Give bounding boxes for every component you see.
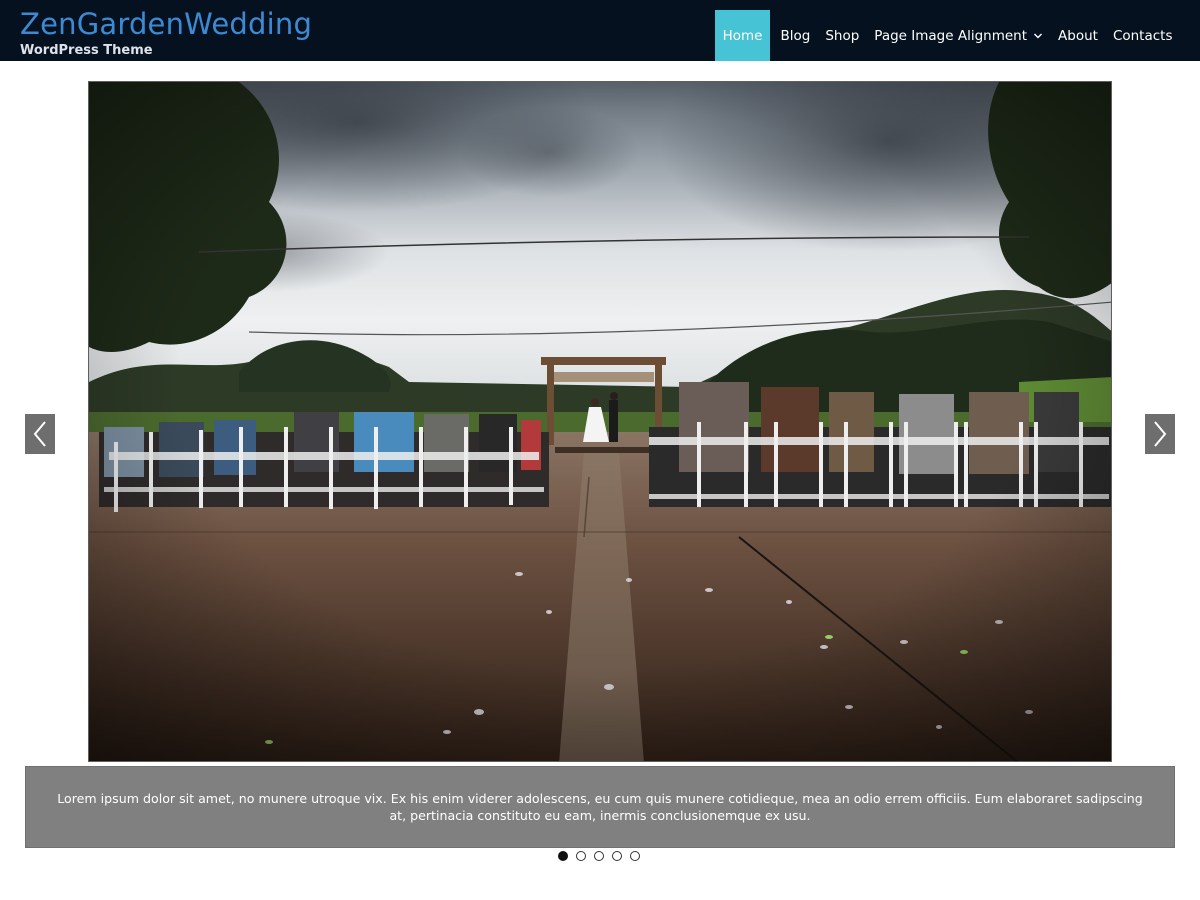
site-tagline: WordPress Theme bbox=[20, 43, 153, 58]
slide-caption: Lorem ipsum dolor sit amet, no munere ut… bbox=[25, 766, 1175, 848]
chevron-down-icon bbox=[1034, 33, 1043, 38]
slide-caption-text: Lorem ipsum dolor sit amet, no munere ut… bbox=[57, 790, 1143, 824]
slider-dot-1[interactable] bbox=[558, 851, 568, 861]
slider-next-button[interactable] bbox=[1145, 414, 1175, 454]
nav-item-about[interactable]: About bbox=[1051, 10, 1106, 61]
main-navigation: Home Blog Shop Page Image Alignment Abou… bbox=[715, 10, 1180, 61]
slider-dot-3[interactable] bbox=[594, 851, 604, 861]
site-branding: ZenGardenWedding WordPress Theme bbox=[20, 6, 312, 58]
chevron-left-icon bbox=[33, 421, 46, 447]
site-header: ZenGardenWedding WordPress Theme Home Bl… bbox=[0, 0, 1200, 61]
nav-item-blog[interactable]: Blog bbox=[773, 10, 818, 61]
nav-item-shop[interactable]: Shop bbox=[818, 10, 867, 61]
slider-pagination bbox=[558, 851, 640, 861]
chevron-right-icon bbox=[1154, 421, 1167, 447]
slide-image bbox=[88, 81, 1112, 762]
nav-item-label: Page Image Alignment bbox=[874, 27, 1028, 44]
slider-prev-button[interactable] bbox=[25, 414, 55, 454]
nav-item-contacts[interactable]: Contacts bbox=[1105, 10, 1180, 61]
slider-dot-2[interactable] bbox=[576, 851, 586, 861]
site-title-link[interactable]: ZenGardenWedding bbox=[20, 6, 312, 42]
nav-item-page-image-alignment[interactable]: Page Image Alignment bbox=[867, 10, 1051, 61]
image-slider: Lorem ipsum dolor sit amet, no munere ut… bbox=[0, 61, 1200, 900]
wedding-ceremony-photo bbox=[89, 82, 1111, 761]
slider-dot-5[interactable] bbox=[630, 851, 640, 861]
slider-dot-4[interactable] bbox=[612, 851, 622, 861]
nav-item-home[interactable]: Home bbox=[715, 10, 770, 61]
